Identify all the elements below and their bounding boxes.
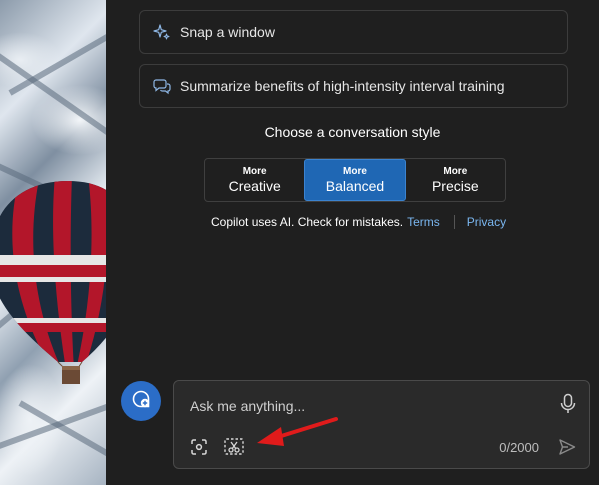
ai-disclaimer: Copilot uses AI. Check for mistakes. Ter…	[211, 215, 506, 229]
suggestion-hiit-summary[interactable]: Summarize benefits of high-intensity int…	[139, 64, 568, 108]
new-chat-icon	[130, 388, 152, 415]
style-label: Balanced	[325, 178, 385, 194]
hot-air-balloon-image	[0, 181, 106, 384]
desktop-wallpaper	[0, 0, 106, 485]
copilot-panel: Snap a window Summarize benefits of high…	[106, 0, 599, 485]
microphone-icon[interactable]	[559, 393, 577, 415]
disclaimer-text: Copilot uses AI. Check for mistakes.	[211, 215, 404, 229]
style-creative-button[interactable]: More Creative	[205, 159, 304, 201]
divider	[453, 215, 455, 229]
suggestion-label: Summarize benefits of high-intensity int…	[180, 78, 505, 94]
image-upload-icon[interactable]	[188, 436, 210, 458]
chat-input[interactable]	[188, 393, 532, 419]
style-qualifier: More	[443, 166, 468, 177]
character-counter: 0/2000	[499, 440, 539, 455]
conversation-style-title: Choose a conversation style	[264, 124, 441, 140]
new-topic-button[interactable]	[121, 381, 161, 421]
suggestion-label: Snap a window	[180, 24, 275, 40]
style-precise-button[interactable]: More Precise	[406, 159, 505, 201]
suggestion-snap-window[interactable]: Snap a window	[139, 10, 568, 54]
style-label: Creative	[228, 178, 281, 194]
screenshot-snip-icon[interactable]	[223, 436, 245, 458]
terms-link[interactable]: Terms	[407, 215, 440, 229]
conversation-style-selector: More Creative More Balanced More Precise	[204, 158, 506, 202]
sparkle-icon	[153, 23, 171, 41]
send-icon[interactable]	[557, 437, 577, 457]
style-balanced-button[interactable]: More Balanced	[304, 159, 406, 201]
chat-bubbles-icon	[153, 77, 171, 95]
style-qualifier: More	[343, 166, 367, 177]
style-label: Precise	[431, 178, 479, 194]
style-qualifier: More	[242, 166, 267, 177]
chat-input-box: 0/2000	[173, 380, 590, 469]
privacy-link[interactable]: Privacy	[467, 215, 506, 229]
